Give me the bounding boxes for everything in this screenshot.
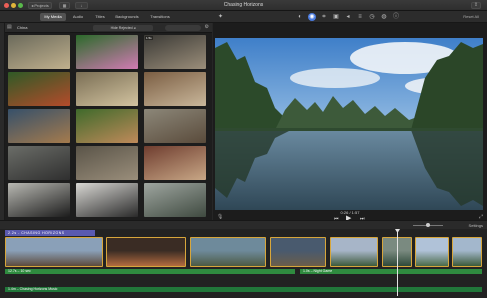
speed-icon[interactable]: ◷ [368,13,376,21]
sidebar-toggle-icon[interactable]: ▤ [7,24,12,30]
media-thumbnail[interactable] [144,183,206,217]
timeline-header: Settings [0,220,487,229]
tab-backgrounds[interactable]: Backgrounds [111,13,143,21]
volume-icon[interactable]: ◂ [344,13,352,21]
music-track[interactable]: 1.4m – Chasing Horizons Music [5,287,482,292]
media-thumbnail[interactable] [8,146,70,180]
media-browser: ▤ China Hide Rejected ◂ ⚙ 1.5s [5,23,212,220]
stabilization-icon[interactable]: ▣ [332,13,340,21]
media-thumbnail[interactable] [76,146,138,180]
clip-audio-bar[interactable]: 12.7s – 10 sec [5,269,295,274]
tab-my-media[interactable]: My Media [40,13,66,21]
title-bar: ◂ Projects ▦ ↓ Chasing Horizons ⇪ [0,0,487,11]
reset-all-button[interactable]: Reset All [463,14,479,19]
video-clip[interactable] [452,237,482,267]
video-clip[interactable] [190,237,266,267]
info-icon[interactable]: ⓘ [392,13,400,21]
video-clip[interactable] [270,237,326,267]
browser-header: ▤ China Hide Rejected ◂ ⚙ [5,23,212,33]
tab-audio[interactable]: Audio [68,13,88,21]
tab-titles[interactable]: Titles [91,13,109,21]
media-thumbnail[interactable]: 1.5s [144,35,206,69]
timeline-settings-button[interactable]: Settings [469,223,483,228]
gear-icon[interactable]: ⚙ [205,24,209,30]
magic-wand-icon[interactable]: ✦ [218,13,223,20]
viewer-controls: 🎙 0:26 / 1:57 ⏮ ▶ ⏭ ⤢ [213,210,487,222]
media-thumbnail[interactable] [8,183,70,217]
toolbar: My Media Audio Titles Backgrounds Transi… [0,11,487,23]
playhead[interactable] [397,230,398,296]
timeline[interactable]: 2.2s - CHASING HORIZONS 12.7s – 10 sec 1… [0,229,487,298]
video-preview[interactable] [215,38,483,210]
search-input[interactable] [165,25,201,31]
media-thumbnail[interactable] [8,72,70,106]
media-thumbnail[interactable] [144,109,206,143]
color-correction-icon[interactable]: ◉ [308,13,316,21]
media-thumbnail[interactable] [76,35,138,69]
media-thumbnail[interactable] [144,146,206,180]
video-clip[interactable] [5,237,103,267]
filter-select[interactable]: Hide Rejected ◂ [93,25,153,31]
clip-audio-bar[interactable]: 1.0s – Night Game [300,269,482,274]
imovie-window: ◂ Projects ▦ ↓ Chasing Horizons ⇪ My Med… [0,0,487,298]
color-balance-icon[interactable]: ◐ [296,13,304,21]
video-clip[interactable] [330,237,378,267]
browser-title: China [17,25,28,30]
viewer: 🎙 0:26 / 1:57 ⏮ ▶ ⏭ ⤢ [213,23,487,222]
media-thumbnail[interactable] [76,109,138,143]
crop-icon[interactable]: ⌗ [320,13,328,21]
share-icon[interactable]: ⇪ [471,2,481,9]
window-title: Chasing Horizons [223,2,264,8]
media-thumbnail[interactable] [144,72,206,106]
media-thumbnail[interactable] [8,35,70,69]
title-clip[interactable]: 2.2s - CHASING HORIZONS [5,230,95,236]
filter-icon[interactable]: ◍ [380,13,388,21]
video-clip[interactable] [415,237,449,267]
noise-reduction-icon[interactable]: ≡ [356,13,364,21]
video-clip[interactable] [106,237,186,267]
tab-transitions[interactable]: Transitions [146,13,174,21]
media-thumbnail[interactable] [76,183,138,217]
media-thumbnail[interactable] [8,109,70,143]
zoom-slider-knob[interactable] [426,223,430,227]
thumbnail-duration: 1.5s [145,36,153,40]
media-thumbnail[interactable] [76,72,138,106]
